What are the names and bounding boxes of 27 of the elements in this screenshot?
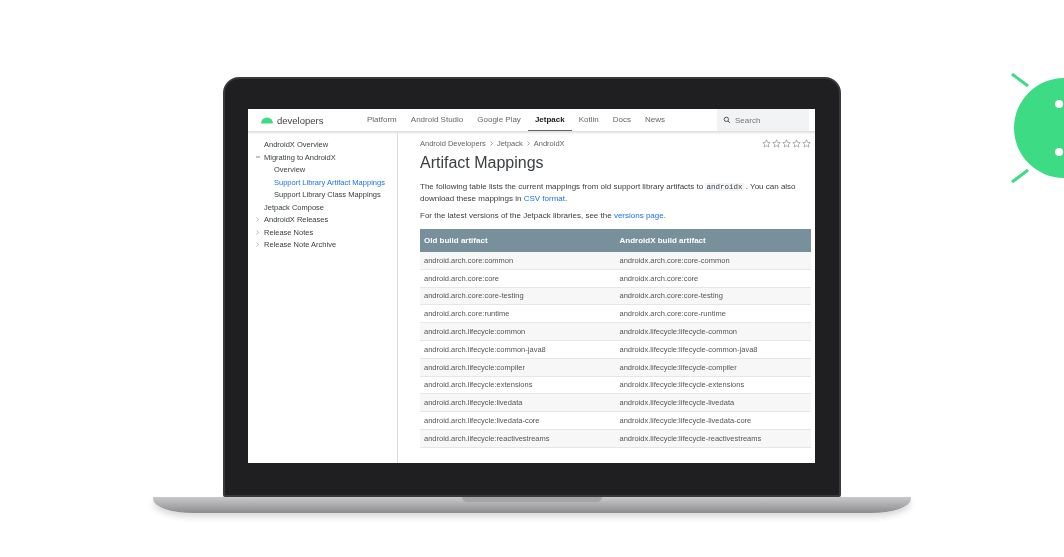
chevron-right-icon[interactable] <box>256 217 259 222</box>
empty-star-icon[interactable] <box>782 139 791 148</box>
chevron-right-icon[interactable] <box>256 242 259 247</box>
text-link[interactable]: versions page <box>613 211 664 220</box>
page-title: Artifact Mappings <box>420 154 545 172</box>
empty-star-icon[interactable] <box>762 139 771 148</box>
nav-tab[interactable]: Platform <box>360 109 404 131</box>
chevron-right-icon <box>489 141 493 146</box>
empty-star-icon[interactable] <box>772 139 781 148</box>
column-header: Old build artifact <box>423 236 489 245</box>
nav-tab[interactable]: News <box>637 109 672 131</box>
column-header: AndroidX build artifact <box>618 236 707 245</box>
nav-tab[interactable]: Android Studio <box>403 109 471 131</box>
search-icon <box>723 116 731 124</box>
nav-tab[interactable]: Jetpack <box>527 109 572 131</box>
text-link[interactable]: CSV format <box>523 194 565 203</box>
site-logo-text[interactable]: developers <box>277 114 324 126</box>
nav-tab[interactable]: Google Play <box>470 109 528 131</box>
empty-star-icon[interactable] <box>802 139 811 148</box>
nav-tab[interactable]: Docs <box>605 109 638 131</box>
empty-star-icon[interactable] <box>792 139 801 148</box>
search-field[interactable]: Search <box>717 109 809 131</box>
paragraph: For the latest versions of the Jetpack libraries, see the versions page. <box>420 210 667 221</box>
android-logo-icon <box>260 116 274 124</box>
nav-tab[interactable]: Kotlin <box>571 109 606 131</box>
chevron-right-icon[interactable] <box>256 229 259 235</box>
chevron-right-icon <box>526 141 530 146</box>
